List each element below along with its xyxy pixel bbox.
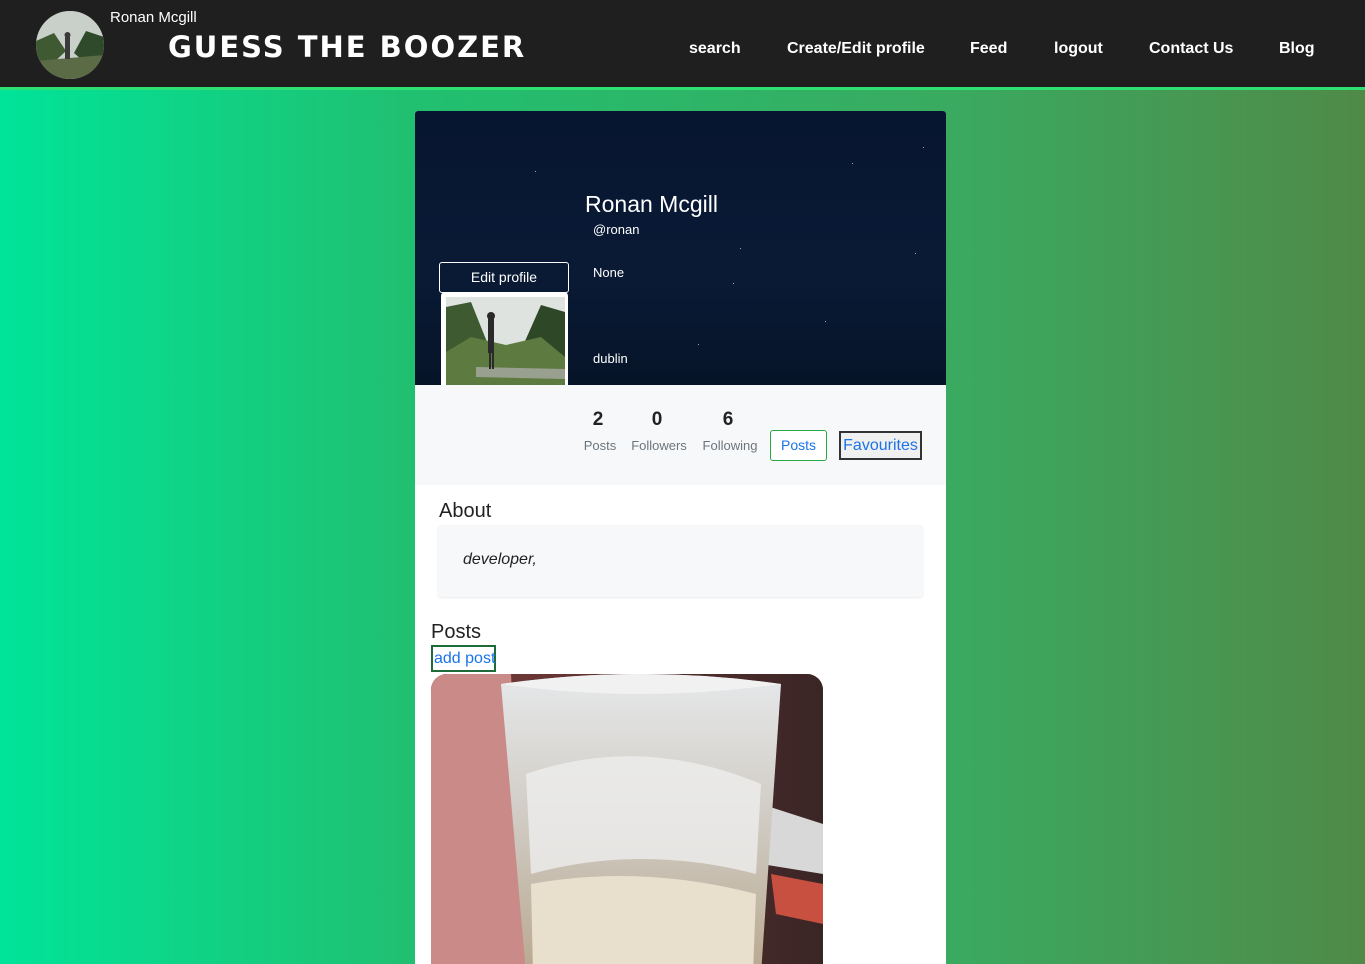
nav-logout[interactable]: logout — [1054, 40, 1103, 58]
main-nav: search Create/Edit profile Feed logout C… — [0, 40, 1365, 64]
favourites-tab-button[interactable]: Favourites — [839, 431, 922, 460]
star-decoration — [825, 321, 826, 322]
star-decoration — [733, 283, 734, 284]
followers-count: 0 — [651, 409, 663, 430]
profile-photo — [441, 292, 568, 385]
profile-name: Ronan Mcgill — [585, 191, 718, 217]
star-decoration — [698, 344, 699, 345]
posts-heading: Posts — [431, 621, 482, 643]
following-count: 6 — [722, 409, 734, 430]
star-decoration — [915, 253, 916, 254]
header-user-name: Ronan Mcgill — [110, 9, 197, 26]
top-navbar: Ronan Mcgill GUESS THE BOOZER search Cre… — [0, 0, 1365, 90]
profile-location: dublin — [593, 351, 628, 366]
about-box: developer, — [438, 525, 923, 597]
followers-label: Followers — [631, 438, 687, 453]
nav-feed[interactable]: Feed — [970, 40, 1007, 58]
profile-photo-image — [446, 297, 565, 385]
nav-create-edit-profile[interactable]: Create/Edit profile — [787, 40, 925, 58]
add-post-button[interactable]: add post — [431, 645, 496, 672]
posts-tab-button[interactable]: Posts — [770, 430, 827, 461]
nav-contact-us[interactable]: Contact Us — [1149, 40, 1233, 58]
post-image[interactable] — [431, 674, 823, 964]
star-decoration — [852, 163, 853, 164]
following-label: Following — [702, 438, 758, 453]
profile-status: None — [593, 265, 625, 280]
nav-search[interactable]: search — [689, 40, 741, 58]
star-decoration — [535, 171, 536, 172]
profile-cover: Ronan Mcgill @ronan None dublin Edit pro… — [415, 111, 946, 385]
star-decoration — [923, 147, 924, 148]
posts-count: 2 — [592, 409, 604, 430]
profile-handle: @ronan — [593, 222, 640, 237]
profile-card: Ronan Mcgill @ronan None dublin Edit pro… — [415, 111, 946, 964]
edit-profile-button[interactable]: Edit profile — [439, 262, 569, 293]
star-decoration — [740, 248, 741, 249]
about-heading: About — [439, 500, 492, 522]
profile-stats: 2 Posts 0 Followers 6 Following Posts Fa… — [415, 385, 946, 485]
about-text: developer, — [463, 551, 537, 568]
nav-blog[interactable]: Blog — [1279, 40, 1315, 58]
post-photo — [431, 674, 823, 964]
